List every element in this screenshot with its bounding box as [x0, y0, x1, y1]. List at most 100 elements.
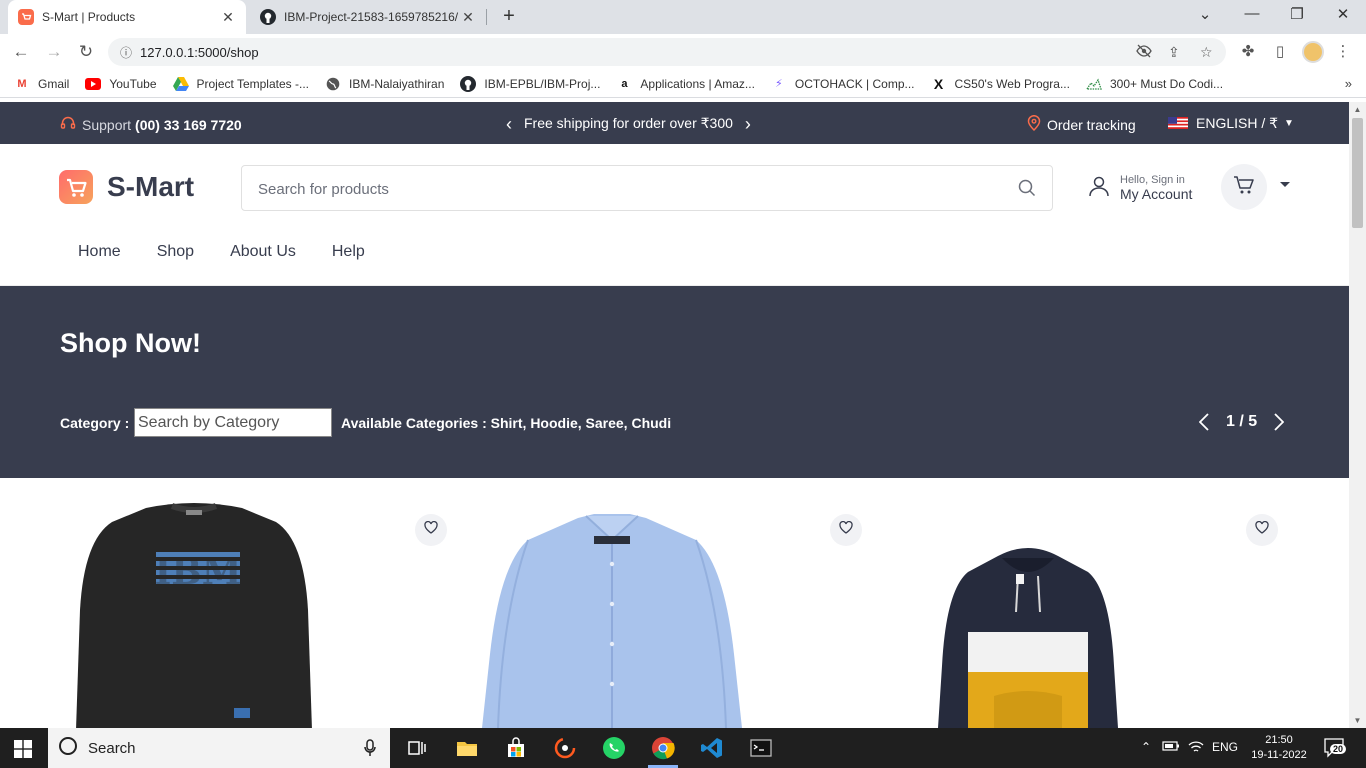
wishlist-heart-button[interactable]	[415, 514, 447, 546]
tab-search-chevron-icon[interactable]: ⌄	[1193, 5, 1217, 23]
nav-home[interactable]: Home	[60, 243, 139, 261]
tab-smart-products[interactable]: S-Mart | Products ✕	[8, 0, 246, 34]
product-search-box	[241, 165, 1053, 211]
wifi-icon[interactable]	[1188, 740, 1204, 757]
minimize-icon[interactable]: —	[1240, 5, 1264, 22]
bookmark-cs50[interactable]: X CS50's Web Progra...	[931, 76, 1070, 92]
product-image-ibm-sweatshirt[interactable]: IBM	[76, 500, 312, 728]
new-tab-button[interactable]: +	[498, 5, 520, 28]
browser-tab-strip: S-Mart | Products ✕ IBM-Project-21583-16…	[0, 0, 1366, 34]
close-tab-icon[interactable]: ✕	[460, 9, 476, 26]
scroll-down-arrow-icon[interactable]: ▼	[1349, 716, 1366, 725]
language-currency-selector[interactable]: ENGLISH / ₹ ▼	[1168, 115, 1294, 132]
terminal-icon[interactable]	[749, 736, 773, 760]
chevron-left-icon[interactable]: ‹	[506, 115, 512, 133]
bookmark-octohack[interactable]: ⚡ OCTOHACK | Comp...	[771, 76, 914, 92]
bookmark-star-icon[interactable]: ☆	[1200, 44, 1213, 61]
windows-taskbar: Search ⌃ ENG 21:50 19-11-2022 20	[0, 728, 1366, 768]
eye-off-icon[interactable]	[1136, 44, 1152, 61]
page-viewport: Support (00) 33 169 7720 ‹ Free shipping…	[0, 102, 1349, 728]
chevron-right-icon[interactable]: ›	[745, 115, 751, 133]
scroll-up-arrow-icon[interactable]: ▲	[1349, 105, 1366, 114]
order-tracking-link[interactable]: Order tracking	[1027, 115, 1136, 134]
close-tab-icon[interactable]: ✕	[220, 9, 236, 26]
vscode-icon[interactable]	[700, 736, 724, 760]
bookmark-ibm-nalaiyathiran[interactable]: IBM-Nalaiyathiran	[325, 76, 444, 92]
tab-title: IBM-Project-21583-1659785216/	[284, 10, 459, 24]
nav-about-us[interactable]: About Us	[212, 243, 314, 261]
restore-icon[interactable]: ❐	[1285, 5, 1309, 23]
page-indicator: 1 / 5	[1226, 413, 1258, 430]
product-card[interactable]	[476, 478, 876, 728]
side-panel-icon[interactable]: ▯	[1268, 40, 1292, 64]
battery-icon[interactable]	[1162, 740, 1180, 755]
order-tracking-label: Order tracking	[1047, 116, 1136, 133]
chart-icon	[1085, 76, 1102, 92]
reload-icon[interactable]: ↻	[74, 40, 98, 64]
account-greeting: Hello, Sign in	[1120, 174, 1185, 186]
bookmark-label: Applications | Amaz...	[640, 76, 755, 91]
product-grid: IBM	[0, 478, 1349, 728]
task-view-icon[interactable]	[405, 736, 429, 760]
brand-name: S-Mart	[107, 171, 195, 202]
site-info-icon[interactable]: ⓘ	[120, 44, 132, 61]
scrollbar-thumb[interactable]	[1352, 118, 1363, 228]
input-language[interactable]: ENG	[1212, 740, 1238, 754]
bookmark-ibm-epbl[interactable]: IBM-EPBL/IBM-Proj...	[460, 75, 601, 92]
notification-center-icon[interactable]: 20	[1324, 738, 1347, 763]
bookmark-300-must-do[interactable]: 300+ Must Do Codi...	[1085, 76, 1223, 92]
account-link[interactable]: Hello, Sign in My Account	[1088, 174, 1192, 202]
forward-arrow-icon[interactable]: →	[42, 40, 66, 64]
product-card[interactable]: IBM	[60, 478, 460, 728]
bookmark-youtube[interactable]: YouTube	[85, 76, 157, 92]
taskbar-search-box[interactable]: Search	[48, 728, 390, 768]
profile-avatar[interactable]	[1302, 41, 1324, 63]
product-image-hoodie[interactable]	[938, 546, 1118, 728]
microsoft-store-icon[interactable]	[504, 736, 528, 760]
search-icon[interactable]	[1018, 179, 1036, 202]
whatsapp-icon[interactable]	[602, 736, 626, 760]
tray-chevron-up-icon[interactable]: ⌃	[1141, 740, 1151, 754]
windows-start-icon[interactable]	[14, 740, 32, 763]
nav-shop[interactable]: Shop	[139, 243, 212, 261]
wishlist-heart-button[interactable]	[1246, 514, 1278, 546]
caret-down-icon: ▼	[1284, 118, 1294, 129]
browser-menu-icon[interactable]: ⋮	[1331, 40, 1355, 64]
back-arrow-icon[interactable]: ←	[9, 40, 33, 64]
cart-dropdown-caret-icon[interactable]	[1280, 182, 1290, 187]
globe-icon	[325, 76, 341, 92]
chrome-icon[interactable]	[651, 736, 675, 760]
shipping-text: Free shipping for order over ₹300	[524, 115, 733, 131]
github-favicon-icon	[260, 9, 276, 25]
bookmark-gmail[interactable]: M Gmail	[14, 76, 69, 92]
category-search-input[interactable]	[134, 408, 332, 437]
close-window-icon[interactable]: ✕	[1331, 5, 1355, 23]
extensions-puzzle-icon[interactable]: ✤	[1236, 40, 1260, 64]
system-clock[interactable]: 21:50 19-11-2022	[1249, 733, 1309, 763]
file-explorer-icon[interactable]	[455, 736, 479, 760]
address-bar[interactable]: ⓘ 127.0.0.1:5000/shop	[108, 38, 1226, 66]
more-bookmarks-button[interactable]: »	[1345, 76, 1352, 91]
bookmark-project-templates[interactable]: Project Templates -...	[172, 76, 309, 92]
bookmark-label: IBM-EPBL/IBM-Proj...	[484, 76, 601, 91]
page-scrollbar[interactable]: ▲ ▼	[1349, 102, 1366, 728]
product-search-input[interactable]	[258, 178, 998, 200]
previous-page-chevron-icon[interactable]	[1196, 410, 1212, 434]
pagination: 1 / 5	[1196, 410, 1287, 434]
cart-button[interactable]	[1221, 164, 1267, 210]
product-image-blue-shirt[interactable]	[482, 514, 742, 728]
support-info[interactable]: Support (00) 33 169 7720	[60, 115, 242, 134]
share-icon[interactable]: ⇪	[1168, 44, 1180, 61]
tab-github-project[interactable]: IBM-Project-21583-1659785216/ ✕	[250, 0, 486, 34]
main-navigation: Home Shop About Us Help	[60, 243, 383, 261]
media-player-icon[interactable]	[553, 736, 577, 760]
bookmark-amazon[interactable]: a Applications | Amaz...	[616, 76, 755, 92]
product-card[interactable]	[892, 478, 1292, 728]
nav-help[interactable]: Help	[314, 243, 383, 261]
brand-logo[interactable]: S-Mart	[59, 170, 194, 204]
language-label: ENGLISH / ₹	[1196, 115, 1279, 131]
next-page-chevron-icon[interactable]	[1271, 410, 1287, 434]
microphone-icon[interactable]	[364, 739, 376, 761]
heart-icon	[839, 520, 853, 539]
wishlist-heart-button[interactable]	[830, 514, 862, 546]
